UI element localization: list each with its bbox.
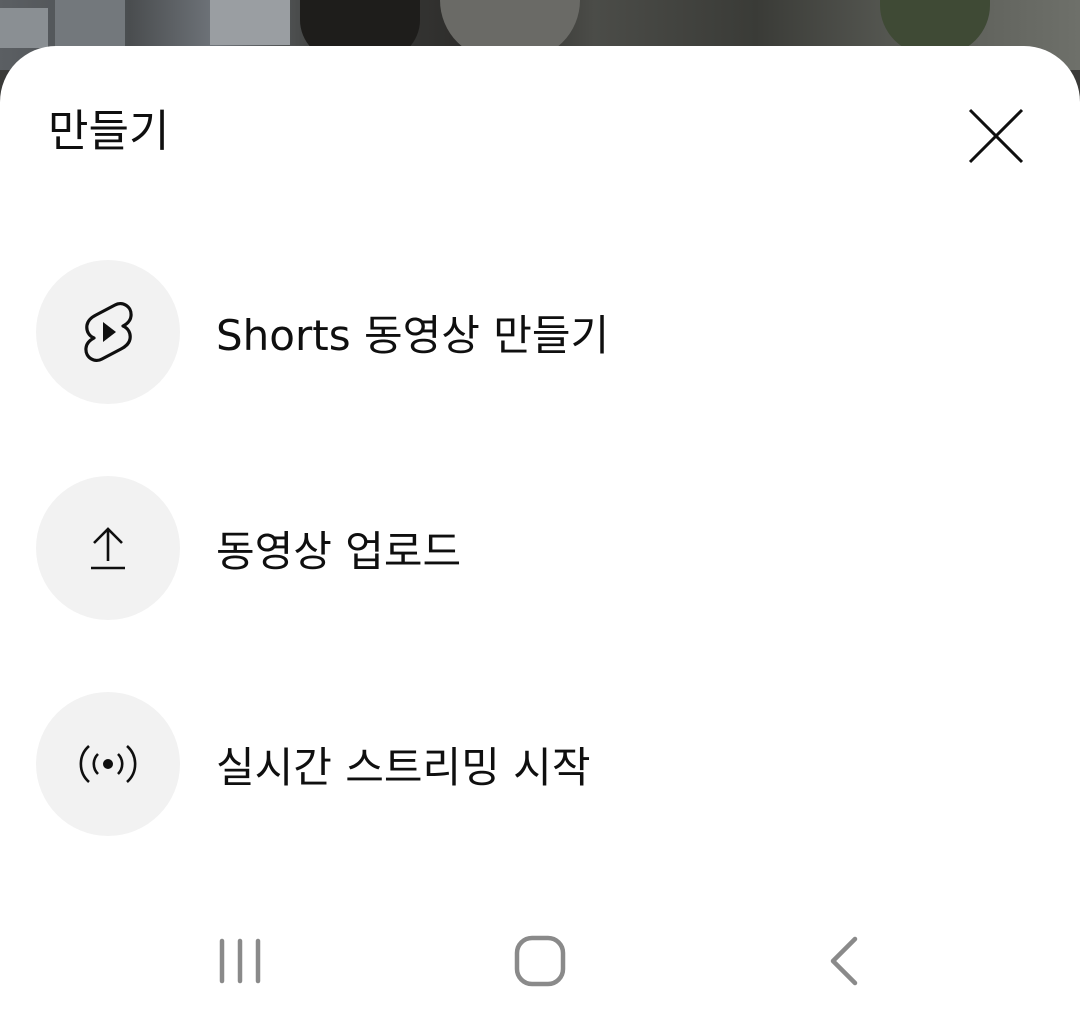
go-live-item[interactable]: 실시간 스트리밍 시작 [36, 692, 1044, 836]
upload-icon [91, 527, 125, 570]
recent-apps-icon [219, 938, 261, 984]
recent-apps-button[interactable] [180, 906, 300, 1016]
shorts-icon [84, 302, 133, 362]
upload-video-label: 동영상 업로드 [216, 526, 462, 576]
close-icon [968, 108, 1024, 164]
home-icon [514, 935, 566, 987]
close-button[interactable] [958, 98, 1034, 174]
create-shorts-label: Shorts 동영상 만들기 [216, 310, 610, 360]
back-icon [830, 936, 858, 986]
live-icon-circle [36, 692, 180, 836]
create-shorts-item[interactable]: Shorts 동영상 만들기 [36, 260, 1044, 404]
back-button[interactable] [784, 906, 904, 1016]
live-broadcast-icon [79, 745, 137, 783]
home-button[interactable] [480, 906, 600, 1016]
create-bottom-sheet: 만들기 Shorts 동영상 만들기 동영상 업로드 실시간 스트리밍 시작 [0, 46, 1080, 1016]
shorts-icon-circle [36, 260, 180, 404]
sheet-title: 만들기 [48, 106, 170, 157]
system-nav-bar [0, 906, 1080, 1016]
upload-video-item[interactable]: 동영상 업로드 [36, 476, 1044, 620]
upload-icon-circle [36, 476, 180, 620]
go-live-label: 실시간 스트리밍 시작 [216, 742, 591, 792]
